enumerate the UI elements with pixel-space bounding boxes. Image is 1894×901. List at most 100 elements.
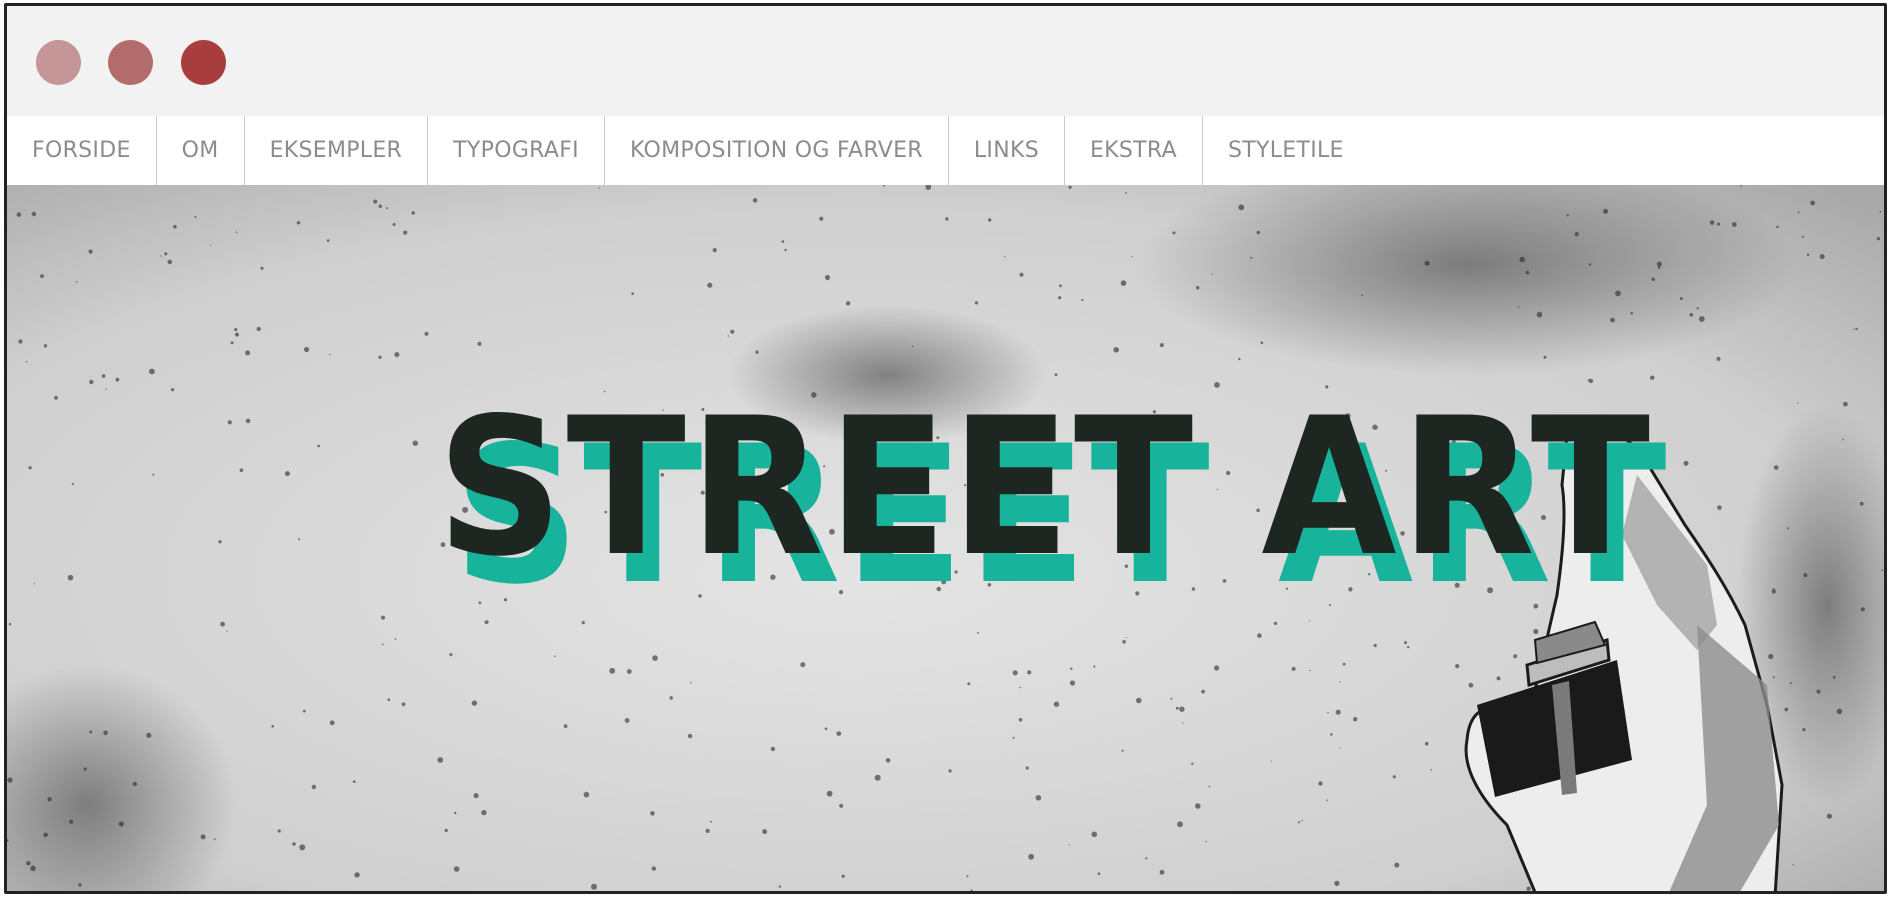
wall-speck (1717, 222, 1721, 226)
wall-speck (727, 335, 730, 337)
wall-speck (394, 638, 397, 640)
wall-speck (83, 767, 87, 771)
nav-item-komposition-og-farver[interactable]: KOMPOSITION OG FARVER (605, 116, 949, 185)
wall-speck (1810, 200, 1815, 206)
wall-speck (1125, 636, 1127, 639)
wall-speck (1159, 869, 1165, 875)
wall-speck (1657, 266, 1661, 269)
wall-speck (1656, 261, 1662, 267)
wall-speck (1270, 760, 1272, 762)
wall-speck (1172, 231, 1176, 235)
wall-speck (373, 199, 378, 204)
wall-speck (1740, 185, 1742, 187)
wall-speck (292, 842, 296, 846)
wall-speck (67, 574, 74, 581)
wall-speck (1097, 872, 1101, 875)
wall-speck (1122, 640, 1126, 644)
wall-speck (554, 655, 556, 657)
wall-speck (885, 758, 891, 763)
wall-speck (1517, 306, 1520, 308)
wall-speck (354, 872, 360, 878)
window-control-minimize[interactable] (108, 40, 153, 85)
nav-item-typografi[interactable]: TYPOGRAFI (428, 116, 605, 185)
wall-speck (326, 239, 330, 242)
nav-item-links[interactable]: LINKS (949, 116, 1065, 185)
wall-speck (1191, 762, 1194, 765)
wall-speck (329, 353, 331, 356)
wall-speck (1455, 664, 1460, 669)
wall-speck (1801, 235, 1804, 238)
nav-item-eksempler[interactable]: EKSEMPLER (245, 116, 429, 185)
wall-speck (256, 326, 261, 332)
wall-speck (234, 327, 238, 332)
wall-speck (1059, 284, 1062, 288)
wall-speck (1301, 820, 1303, 822)
wall-speck (650, 811, 655, 816)
wall-speck (1424, 260, 1430, 266)
wall-speck (477, 341, 482, 346)
wall-speck (453, 866, 460, 872)
wall-speck (28, 891, 30, 893)
window-control-maximize[interactable] (181, 40, 226, 85)
wall-speck (245, 418, 251, 424)
wall-speck (652, 655, 658, 661)
wall-speck (167, 259, 173, 265)
wall-speck (1027, 670, 1032, 675)
wall-speck (69, 819, 74, 824)
wall-speck (132, 781, 138, 787)
wall-speck (591, 883, 597, 890)
nav-item-ekstra[interactable]: EKSTRA (1065, 116, 1203, 185)
wall-speck (1195, 803, 1201, 809)
wall-speck (449, 653, 453, 657)
wall-speck (481, 809, 487, 816)
wall-speck (1630, 312, 1633, 315)
wall-speck (1170, 697, 1173, 700)
nav-item-om[interactable]: OM (157, 116, 245, 185)
wall-speck (1855, 327, 1858, 331)
wall-speck (1513, 654, 1518, 659)
window-control-close[interactable] (36, 40, 81, 85)
wall-speck (1651, 277, 1655, 281)
wall-speck (239, 468, 244, 473)
wall-speck (1339, 681, 1341, 683)
wall-speck (824, 274, 831, 281)
wall-speck (1093, 665, 1096, 668)
hero-title: STREET ART (437, 377, 1654, 598)
hero-banner: STREET ART (7, 185, 1884, 893)
wall-speck (707, 282, 713, 288)
wall-speck (54, 395, 58, 400)
wall-speck (1407, 645, 1410, 649)
wall-speck (752, 198, 758, 203)
nav-item-forside[interactable]: FORSIDE (7, 116, 157, 185)
wall-speck (583, 791, 590, 798)
wall-speck (1819, 254, 1825, 260)
wall-speck (503, 598, 508, 602)
wall-speck (690, 681, 692, 684)
wall-speck (669, 696, 673, 700)
wall-speck (1012, 736, 1015, 739)
wall-speck (687, 733, 693, 739)
wall-speck (826, 790, 833, 797)
wall-speck (1012, 670, 1018, 676)
wall-speck (220, 621, 226, 627)
wall-speck (218, 540, 222, 544)
wall-speck (1260, 341, 1264, 344)
wall-speck (1035, 795, 1042, 801)
wall-speck (1091, 831, 1098, 838)
wall-speck (624, 718, 630, 723)
wall-speck (485, 620, 489, 624)
nav-item-styletile[interactable]: STYLETILE (1203, 116, 1369, 185)
wall-speck (1784, 707, 1789, 712)
wall-speck (712, 248, 717, 253)
wall-speck (1329, 604, 1331, 607)
wall-speck (1214, 665, 1220, 671)
wall-speck (1842, 438, 1844, 441)
wall-speck (1876, 237, 1880, 241)
wall-speck (626, 669, 632, 674)
wall-speck (170, 388, 175, 392)
wall-speck (271, 725, 275, 728)
browser-window: FORSIDE OM EKSEMPLER TYPOGRAFI KOMPOSITI… (4, 3, 1887, 894)
wall-speck (1373, 643, 1377, 648)
wall-speck (352, 780, 356, 783)
wall-speck (1175, 706, 1179, 710)
